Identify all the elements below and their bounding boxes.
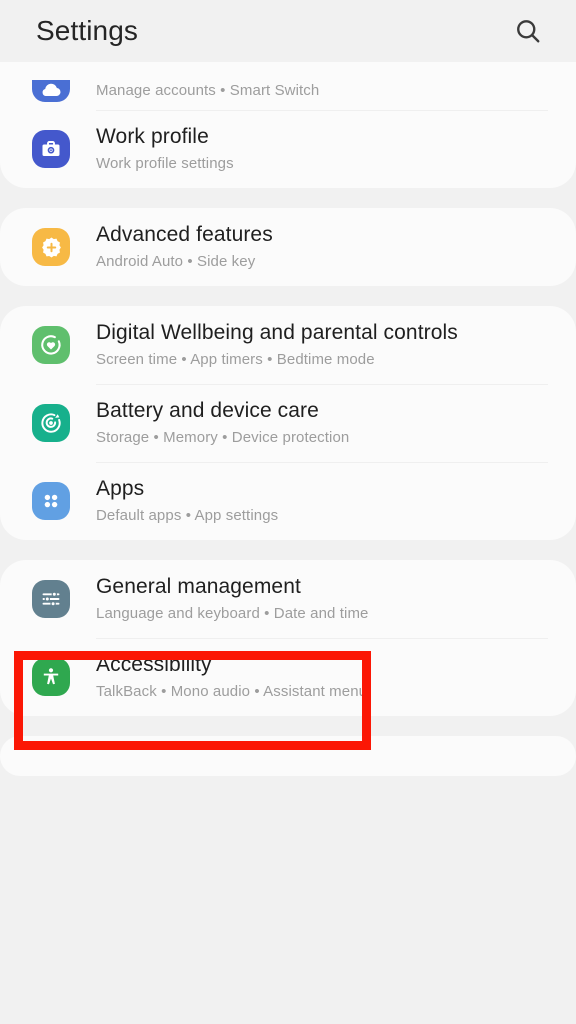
row-title: Accessibility — [96, 653, 212, 677]
apps-icon — [32, 482, 70, 520]
settings-row-accessibility[interactable]: Accessibility TalkBack • Mono audio • Ass… — [0, 638, 576, 716]
accessibility-icon — [32, 658, 70, 696]
settings-card — [0, 736, 576, 776]
settings-row-manage-accounts-smart-switch[interactable]: Manage accounts • Smart Switch — [0, 62, 576, 110]
row-text: General management Language and keyboard … — [96, 563, 556, 635]
row-subtitle: Language and keyboard • Date and time — [96, 604, 369, 622]
row-divider — [96, 462, 548, 463]
battery-device-care-icon — [32, 404, 70, 442]
settings-row-advanced-features[interactable]: Advanced features Android Auto • Side key — [0, 208, 576, 286]
row-subtitle: Work profile settings — [96, 154, 234, 172]
row-divider — [96, 110, 548, 111]
settings-row-general-management[interactable]: General management Language and keyboard … — [0, 560, 576, 638]
accounts-backup-icon — [32, 80, 70, 102]
row-text: Digital Wellbeing and parental controls S… — [96, 309, 556, 381]
settings-card: Manage accounts • Smart Switch Work prof… — [0, 62, 576, 188]
digital-wellbeing-icon — [32, 326, 70, 364]
row-divider — [96, 638, 548, 639]
row-title: Apps — [96, 477, 145, 501]
row-text: Manage accounts • Smart Switch — [96, 78, 556, 110]
row-text: Accessibility TalkBack • Mono audio • Ass… — [96, 641, 556, 713]
settings-row-work-profile[interactable]: Work profile Work profile settings — [0, 110, 576, 188]
row-subtitle: Default apps • App settings — [96, 506, 279, 524]
row-text: Advanced features Android Auto • Side key — [96, 211, 556, 283]
general-management-icon — [32, 580, 70, 618]
settings-row-battery-and-device-care[interactable]: Battery and device care Storage • Memory … — [0, 384, 576, 462]
settings-card: Digital Wellbeing and parental controls S… — [0, 306, 576, 540]
row-text: Battery and device care Storage • Memory … — [96, 387, 556, 459]
search-icon[interactable] — [506, 9, 550, 53]
row-subtitle: Screen time • App timers • Bedtime mode — [96, 350, 375, 368]
settings-card: Advanced features Android Auto • Side key — [0, 208, 576, 286]
row-subtitle: Android Auto • Side key — [96, 252, 256, 270]
row-subtitle: Storage • Memory • Device protection — [96, 428, 350, 446]
row-subtitle: Manage accounts • Smart Switch — [96, 81, 320, 99]
advanced-features-icon — [32, 228, 70, 266]
work-profile-icon — [32, 130, 70, 168]
row-title: Work profile — [96, 125, 209, 149]
settings-row-apps[interactable]: Apps Default apps • App settings — [0, 462, 576, 540]
settings-card: General management Language and keyboard … — [0, 560, 576, 716]
row-text: Work profile Work profile settings — [96, 113, 556, 185]
page-title: Settings — [36, 15, 138, 46]
app-header: Settings — [0, 0, 576, 62]
row-title: Battery and device care — [96, 399, 319, 423]
row-title: Digital Wellbeing and parental controls — [96, 321, 458, 345]
row-title: Advanced features — [96, 223, 273, 247]
row-text: Apps Default apps • App settings — [96, 465, 556, 537]
row-divider — [96, 384, 548, 385]
settings-list[interactable]: Manage accounts • Smart Switch Work prof… — [0, 62, 576, 776]
row-subtitle: TalkBack • Mono audio • Assistant menu — [96, 682, 368, 700]
settings-screen: Settings Manage accounts • Smart Switch … — [0, 0, 576, 1024]
row-title: General management — [96, 575, 301, 599]
settings-row-digital-wellbeing-and-parental-contr[interactable]: Digital Wellbeing and parental controls S… — [0, 306, 576, 384]
